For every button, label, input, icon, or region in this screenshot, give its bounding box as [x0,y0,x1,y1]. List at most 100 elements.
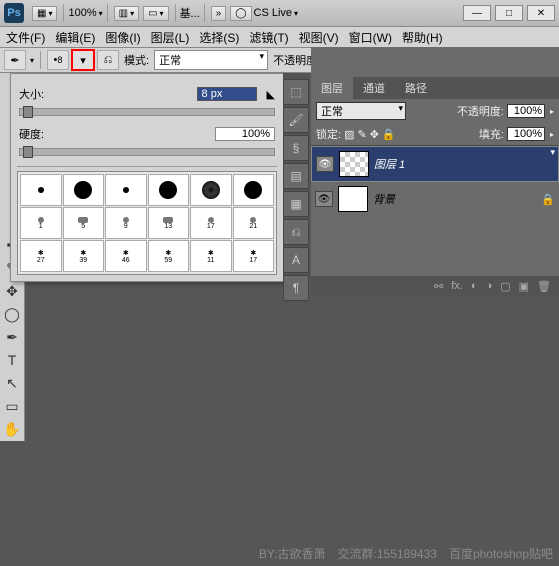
layer-opac-label: 不透明度: [457,103,504,119]
brush-swatch[interactable]: ✱46 [105,240,147,272]
layer-opac[interactable]: 100% [507,104,545,118]
layer-blend[interactable]: 正常 [316,102,406,120]
blend-mode[interactable]: 正常 [154,50,268,70]
arrange-btn[interactable]: » [211,6,227,21]
lock-pixels[interactable]: ✎ [357,128,366,141]
brush-picker[interactable]: ▾ [71,49,95,71]
size-label: 大小: [19,86,44,102]
brush-swatch[interactable] [63,174,105,206]
hardness-slider[interactable] [19,148,275,156]
brush-swatch[interactable] [190,174,232,206]
layer-name[interactable]: 图层 1 [374,156,405,172]
menu-select[interactable]: 选择(S) [199,29,239,46]
brush-swatch[interactable]: 21 [233,207,275,239]
brush-swatch[interactable]: 17 [190,207,232,239]
panel-icon[interactable]: A [283,247,309,273]
bridge-btn[interactable]: ▦▾ [32,6,57,21]
tab-paths[interactable]: 路径 [395,77,437,99]
fill-value[interactable]: 100% [507,127,545,141]
brush-swatch[interactable]: 1 [20,207,62,239]
view-extras[interactable]: ▥▾ [114,6,139,21]
screen-mode[interactable]: ▭▾ [143,6,168,21]
tool-shape[interactable]: ▭ [1,395,23,417]
lock-all[interactable]: 🔒 [382,128,396,141]
brush-swatch[interactable]: 9 [105,207,147,239]
menu-file[interactable]: 文件(F) [6,29,45,46]
panel-icon[interactable]: ⎌ [283,219,309,245]
menu-view[interactable]: 视图(V) [299,29,339,46]
layer-name[interactable]: 背景 [373,191,395,207]
lock-trans[interactable]: ▨ [344,128,354,141]
brush-swatch[interactable]: ✱11 [190,240,232,272]
brush-swatch[interactable] [233,174,275,206]
menu-layer[interactable]: 图层(L) [151,29,190,46]
menu-image[interactable]: 图像(I) [105,29,140,46]
layers-panel: 图层 通道 路径 正常 不透明度: 100%▸ 锁定: ▨ ✎ ✥ 🔒 填充: … [311,47,559,297]
tool-hand[interactable]: ✋ [1,418,23,440]
layer-thumb[interactable] [338,186,368,212]
layer-row[interactable]: 👁 图层 1 [311,146,559,182]
brush-swatch[interactable]: 5 [63,207,105,239]
brush-swatches: 1 5 9 13 17 21 ✱27 ✱39 ✱46 ✱59 ✱11 ✱17 [17,171,277,275]
panel-icon[interactable]: ¶ [283,275,309,301]
min-btn[interactable]: — [463,5,491,21]
cslive-icon[interactable]: ◯ [230,6,251,21]
brush-swatch[interactable]: 13 [148,207,190,239]
tab-layers[interactable]: 图层 [311,77,353,99]
visibility-icon[interactable]: 👁 [316,156,334,172]
tool-preset[interactable]: ✒ [4,50,26,70]
brush-swatch[interactable] [105,174,147,206]
zoom-value[interactable]: 100% [68,7,96,19]
brush-size-ico[interactable]: •8 [47,50,69,70]
link-icon[interactable]: ⚯ [434,280,443,293]
size-slider[interactable] [19,108,275,116]
max-btn[interactable]: □ [495,5,523,21]
brush-swatch[interactable]: ✱59 [148,240,190,272]
fill-label: 填充: [479,126,504,142]
doc-title[interactable]: 基... [180,5,200,21]
tool-pen[interactable]: ✒ [1,326,23,348]
new-icon[interactable]: ▣ [519,280,529,293]
layer-row[interactable]: 👁 背景 🔒 [311,182,559,216]
brush-preset-panel: 大小: 8 px ◣ 硬度: 100% 1 5 9 13 17 21 ✱27 [10,73,284,282]
cslive-label[interactable]: CS Live [254,7,293,19]
panel-icon[interactable]: § [283,135,309,161]
visibility-icon[interactable]: 👁 [315,191,333,207]
brush-panel-toggle[interactable]: ⎌ [97,50,119,70]
menu-filter[interactable]: 滤镜(T) [249,29,288,46]
close-btn[interactable]: ✕ [527,5,555,21]
panel-icon[interactable]: ⬚ [283,79,309,105]
tool-move[interactable]: ✥ [1,280,23,302]
adjust-icon[interactable]: ◑ [486,280,493,293]
brush-swatch[interactable] [148,174,190,206]
panel-icon[interactable]: 🖌 [283,107,309,133]
collapsed-panels: ⬚ 🖌 § ▤ ▦ ⎌ A ¶ [283,73,309,303]
trash-icon[interactable]: 🗑 [537,280,551,293]
lock-pos[interactable]: ✥ [370,128,379,141]
lock-icon: 🔒 [541,193,555,206]
tool-lasso[interactable]: ◯ [1,303,23,325]
size-value[interactable]: 8 px [197,87,257,101]
tool-path[interactable]: ↖ [1,372,23,394]
panel-icon[interactable]: ▦ [283,191,309,217]
mask-icon[interactable]: ◐ [471,280,478,293]
watermark: BY:古欲香萧 交流群:155189433 百度photoshop贴吧 [259,545,553,562]
tool-type[interactable]: T [1,349,23,371]
fx-icon[interactable]: fx. [451,280,463,293]
brush-swatch[interactable] [20,174,62,206]
menu-edit[interactable]: 编辑(E) [55,29,95,46]
lock-label: 锁定: [316,126,341,142]
panel-icon[interactable]: ▤ [283,163,309,189]
layer-thumb[interactable] [339,151,369,177]
group-icon[interactable]: ▢ [500,280,510,293]
flyout-icon[interactable]: ◣ [267,88,275,101]
menu-window[interactable]: 窗口(W) [349,29,392,46]
hardness-value[interactable]: 100% [215,127,275,141]
hardness-label: 硬度: [19,126,44,142]
menu-help[interactable]: 帮助(H) [402,29,443,46]
brush-swatch[interactable]: ✱17 [233,240,275,272]
ps-logo: Ps [4,3,24,23]
brush-swatch[interactable]: ✱27 [20,240,62,272]
tab-channels[interactable]: 通道 [353,77,395,99]
brush-swatch[interactable]: ✱39 [63,240,105,272]
